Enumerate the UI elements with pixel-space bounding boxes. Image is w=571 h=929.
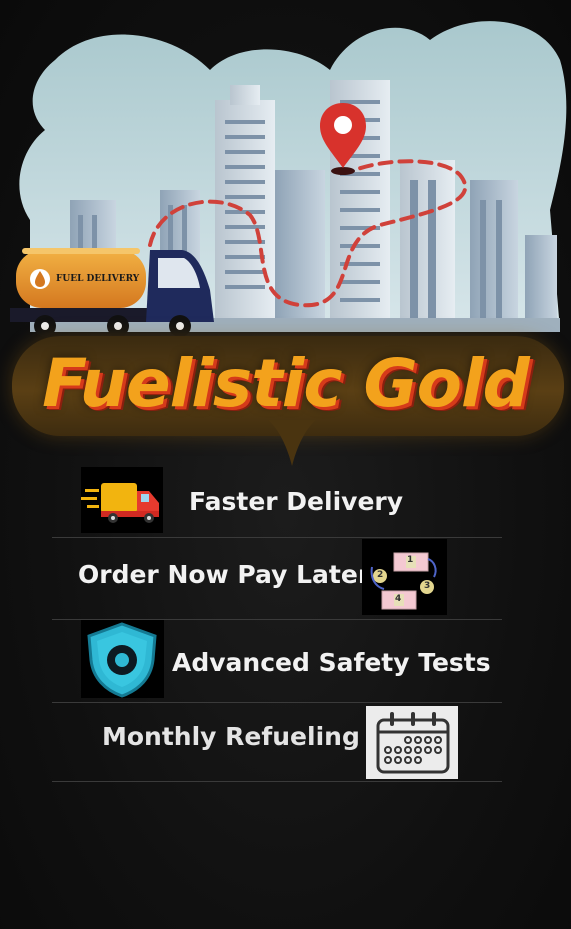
brand-title: Fuelistic Gold xyxy=(42,344,530,422)
delivery-truck-icon xyxy=(81,467,163,533)
money-transfer-icon: 1 2 3 4 xyxy=(362,539,447,615)
feature-label-monthly-refueling: Monthly Refueling xyxy=(102,722,360,751)
truck-tank-label: FUEL DELIVERY xyxy=(56,274,140,284)
shield-icon xyxy=(81,620,164,698)
calendar-icon xyxy=(366,706,458,779)
money-badge-1: 1 xyxy=(407,555,414,565)
feature-label-advanced-safety-tests: Advanced Safety Tests xyxy=(172,648,491,677)
money-badge-4: 4 xyxy=(395,594,402,604)
fuel-truck xyxy=(10,248,214,337)
feature-label-order-now-pay-later: Order Now Pay Later xyxy=(78,560,371,589)
money-badge-2: 2 xyxy=(377,570,384,580)
feature-label-faster-delivery: Faster Delivery xyxy=(189,487,404,516)
money-badge-3: 3 xyxy=(424,581,431,591)
